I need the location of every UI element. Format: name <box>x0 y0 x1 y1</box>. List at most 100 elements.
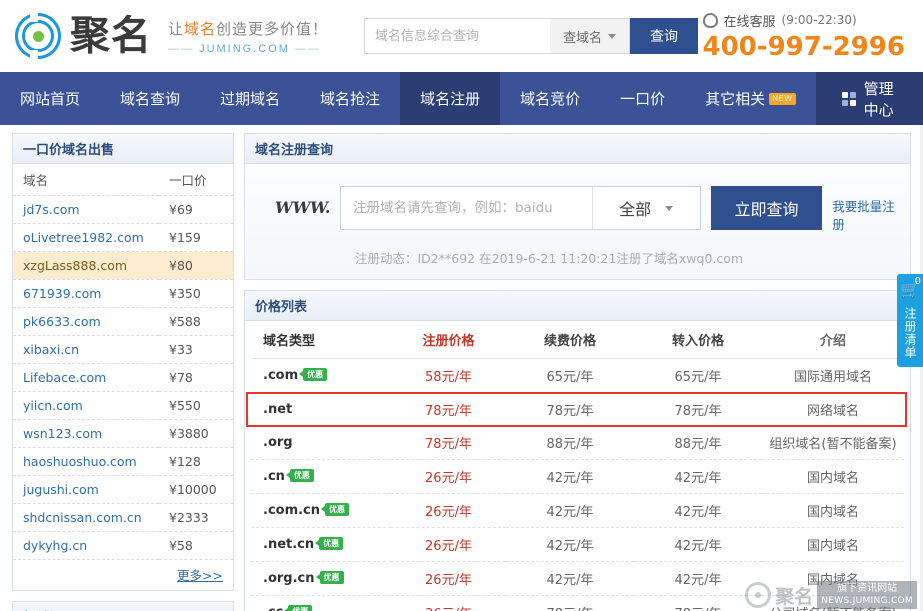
nav-label-0: 网站首页 <box>20 90 81 108</box>
table-row[interactable]: pk6633.com ¥588 <box>13 307 233 336</box>
table-row[interactable]: 671939.com ¥350 <box>13 279 233 308</box>
customer-service-line[interactable]: 在线客服 (9:00-22:30) <box>702 11 906 30</box>
description-cell: 组织域名(暂不能备案) <box>762 426 904 460</box>
domain-name-link[interactable]: 671939.com <box>23 286 101 301</box>
table-row[interactable]: haoshuoshuo.com ¥128 <box>13 447 233 476</box>
fixed-price-title: 一口价域名出售 <box>13 134 233 164</box>
table-row[interactable]: .com 优惠 58元/年 65元/年 65元/年 国际通用域名 <box>251 358 904 393</box>
register-price-cell: 26元/年 <box>391 527 506 562</box>
description-cell: 国内域名 <box>762 493 904 528</box>
price-list-title: 价格列表 <box>245 291 910 321</box>
renew-price-cell: 42元/年 <box>506 527 634 562</box>
domain-name-link[interactable]: xzgLass888.com <box>23 258 127 273</box>
search-input[interactable] <box>364 18 551 54</box>
chevron-down-icon <box>665 205 674 211</box>
domain-name-cell: 671939.com <box>13 279 159 308</box>
domain-type-label: .net.cn <box>263 537 315 552</box>
main-content: 域名注册查询 WWW. 全部 立即查询 我要批量注册 注册动态：ID2**692… <box>244 133 911 611</box>
nav-item-7[interactable]: 其它相关 NEW <box>685 72 815 125</box>
nav-item-5[interactable]: 域名竞价 <box>500 72 600 125</box>
transfer-price-cell: 42元/年 <box>634 527 762 562</box>
search-button[interactable]: 查询 <box>630 18 699 54</box>
col-domain-name: 域名 <box>13 164 159 196</box>
cart-icon-wrap: 🛒 0 <box>900 276 921 304</box>
table-row[interactable]: .org.cn 优惠 26元/年 42元/年 42元/年 国内域名 <box>251 561 904 596</box>
renew-price-cell: 42元/年 <box>506 459 634 494</box>
domain-type-label: .org <box>263 435 293 450</box>
slogan-chinese: 让域名创造更多价值！ <box>168 18 328 39</box>
renew-price-cell: 88元/年 <box>506 426 634 460</box>
table-row[interactable]: .com.cn 优惠 26元/年 42元/年 42元/年 国内域名 <box>251 493 904 528</box>
header-search: 查域名 查询 <box>364 18 699 54</box>
description-cell: 网络域名 <box>806 404 859 419</box>
nav-item-6[interactable]: 一口价 <box>600 72 685 125</box>
nav-admin-center[interactable]: 管理中心 <box>815 72 923 125</box>
domain-name-cell: jugushi.com <box>13 475 159 504</box>
registration-cart-widget[interactable]: 🛒 0 注册清单 <box>897 274 923 367</box>
domain-type-cell: .com 优惠 <box>251 358 391 393</box>
nav-item-4[interactable]: 域名注册 <box>400 72 501 125</box>
suffix-select-dropdown[interactable]: 全部 <box>591 187 700 229</box>
register-price-cell: 26元/年 <box>391 561 506 596</box>
domain-name-input[interactable] <box>340 187 592 229</box>
domain-name-cell: xzgLass888.com <box>13 251 159 280</box>
price-table-rows: .com 优惠 58元/年 65元/年 65元/年 国际通用域名 .net 78元/年 78元/… <box>251 358 904 611</box>
nav-item-2[interactable]: 过期域名 <box>200 72 300 125</box>
table-row[interactable]: .cn 优惠 26元/年 42元/年 42元/年 国内域名 <box>251 459 904 494</box>
domain-name-cell: jd7s.com <box>13 195 159 224</box>
site-logo[interactable]: 聚名 <box>14 12 152 60</box>
table-row[interactable]: wsn123.com ¥3880 <box>13 419 233 448</box>
domain-price-cell: ¥3880 <box>159 419 233 448</box>
contact-block: 在线客服 (9:00-22:30) 400-997-2996 <box>702 11 910 62</box>
nav-label-7: 其它相关 <box>705 90 766 108</box>
registration-activity-note: 注册动态：ID2**692 在2019-6-21 11:20:21注册了域名xw… <box>355 251 744 266</box>
domain-name-link[interactable]: xibaxi.cn <box>23 342 79 357</box>
registration-query-panel: 域名注册查询 WWW. 全部 立即查询 我要批量注册 注册动态：ID2**692… <box>244 133 911 280</box>
domain-name-link[interactable]: Lifebace.com <box>23 370 106 385</box>
page-body: 一口价域名出售 域名 一口价 jd7s.com ¥69 oLivetree1982.… <box>0 125 923 611</box>
juming-logo-icon <box>14 12 62 60</box>
table-row[interactable]: shdcnissan.com.cn ¥2333 <box>13 503 233 532</box>
domain-name-link[interactable]: pk6633.com <box>23 314 101 329</box>
site-header: 聚名 让域名创造更多价值！ —— JUMING.COM —— 查域名 查询 在线… <box>0 0 923 72</box>
nav-item-0[interactable]: 网站首页 <box>0 72 100 125</box>
table-row[interactable]: xibaxi.cn ¥33 <box>13 335 233 364</box>
fixed-price-rows: jd7s.com ¥69 oLivetree1982.com ¥159 xzgLass8… <box>13 195 233 591</box>
domain-name-link[interactable]: haoshuoshuo.com <box>23 454 137 469</box>
domain-name-link[interactable]: dykyhg.cn <box>23 538 87 553</box>
table-row[interactable]: xzgLass888.com ¥80 <box>13 251 233 280</box>
domain-type-label: .cc <box>263 605 283 611</box>
table-row[interactable]: .net 78元/年 78元/年 78元/年 网络域名 <box>251 393 904 427</box>
register-price-cell: 26元/年 <box>391 459 506 494</box>
table-row[interactable]: .cc优惠36元/年78元/年78元/年公司域名(暂不能备案) <box>251 595 904 611</box>
search-type-dropdown[interactable]: 查域名 <box>550 18 631 54</box>
more-row: 更多>> <box>13 560 233 591</box>
domain-name-link[interactable]: wsn123.com <box>23 426 102 441</box>
description-cell: 国内域名 <box>762 561 904 596</box>
table-row[interactable]: jugushi.com ¥10000 <box>13 475 233 504</box>
domain-name-link[interactable]: jugushi.com <box>23 482 99 497</box>
table-row[interactable]: oLivetree1982.com ¥159 <box>13 223 233 252</box>
renew-price-cell: 42元/年 <box>506 493 634 528</box>
table-row[interactable]: jd7s.com ¥69 <box>13 195 233 224</box>
domain-name-link[interactable]: jd7s.com <box>23 202 80 217</box>
nav-item-1[interactable]: 域名查询 <box>100 72 200 125</box>
query-now-button[interactable]: 立即查询 <box>710 186 823 230</box>
table-row[interactable]: dykyhg.cn ¥58 <box>13 531 233 560</box>
domain-name-link[interactable]: oLivetree1982.com <box>23 230 144 245</box>
batch-register-link[interactable]: 我要批量注册 <box>832 186 896 234</box>
table-row[interactable]: .net.cn 优惠 26元/年 42元/年 42元/年 国内域名 <box>251 527 904 562</box>
more-link[interactable]: 更多>> <box>177 568 223 583</box>
transfer-price-cell: 42元/年 <box>634 493 762 528</box>
domain-type-cell: .net.cn 优惠 <box>251 527 391 562</box>
table-row[interactable]: .org 78元/年 88元/年 88元/年 组织域名(暂不能备案) <box>251 426 904 460</box>
table-row[interactable]: Lifebace.com ¥78 <box>13 363 233 392</box>
nav-item-3[interactable]: 域名抢注 <box>300 72 400 125</box>
register-price-cell: 36元/年 <box>391 595 506 611</box>
table-row[interactable]: yiicn.com ¥550 <box>13 391 233 420</box>
registration-query-body: WWW. 全部 立即查询 我要批量注册 注册动态：ID2**692 在2019-… <box>245 164 910 279</box>
domain-name-link[interactable]: shdcnissan.com.cn <box>23 510 142 525</box>
service-hours: (9:00-22:30) <box>781 13 857 27</box>
domain-name-link[interactable]: yiicn.com <box>23 398 83 413</box>
register-price-cell: 78元/年 <box>425 404 472 419</box>
